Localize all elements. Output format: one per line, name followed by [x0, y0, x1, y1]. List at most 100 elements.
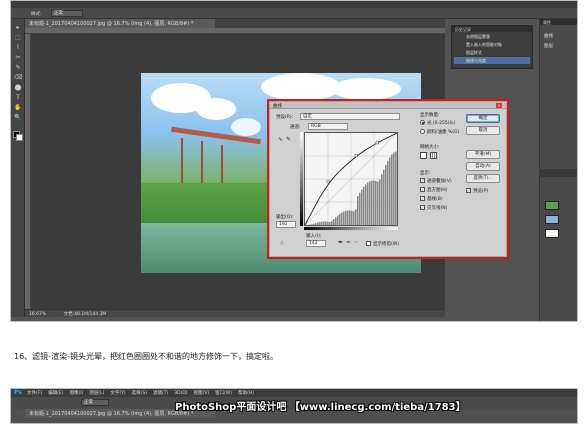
properties-item[interactable]: 曲线 [544, 33, 553, 39]
histogram-bar [377, 181, 379, 225]
menu-item[interactable]: 窗口(W) [215, 390, 232, 396]
background-color-swatch[interactable] [16, 134, 23, 141]
show-amount-label: 显示数量: [420, 113, 440, 118]
baseline-checkbox[interactable]: ✓ [420, 196, 425, 201]
histogram-bar [323, 221, 325, 225]
histogram-bar [347, 210, 349, 225]
histogram-bar [331, 220, 333, 225]
layer-thumbnail[interactable] [545, 201, 559, 210]
status-bar: 16.67% 文档:48.1M/144.3M [25, 309, 445, 317]
grid-detailed-icon[interactable] [430, 152, 437, 159]
channel-overlay-checkbox[interactable]: ✓ [420, 178, 425, 183]
options-mode-select-2[interactable]: 正常 [81, 399, 109, 406]
document-tab[interactable]: 未标题-1_20170404100027.jpg @ 16.7% (Img (4… [25, 19, 215, 28]
document-tabs: 未标题-1_20170404100027.jpg @ 16.7% (Img (4… [25, 19, 445, 28]
hand-adjust-icon[interactable]: ☝ [280, 240, 284, 247]
curve-point[interactable] [375, 141, 379, 145]
menu-bar-2: Ps 文件(F) 编辑(E) 图像(I) 图层(L) 文字(Y) 选择(S) 滤镜(T) 3D… [11, 389, 577, 397]
histogram-bar [371, 180, 373, 225]
history-item-selected[interactable]: 曲线与光度 [454, 57, 530, 64]
smooth-button[interactable]: 平滑(M) [466, 150, 500, 159]
tool-icon[interactable]: ⬚ [14, 35, 22, 41]
channel-select[interactable]: RGB [308, 123, 348, 130]
gray-eyedropper-icon[interactable]: ✒ [346, 239, 351, 246]
menu-item[interactable]: 滤镜(T) [153, 390, 168, 396]
tool-icon[interactable]: ⬤ [14, 85, 22, 91]
options-button[interactable]: 选项(T)... [466, 174, 500, 183]
pencil-icon[interactable]: ✎ [286, 136, 291, 143]
preset-select[interactable]: 自定 [300, 113, 400, 120]
curve-point-tool-icon[interactable]: ∿ [278, 136, 283, 143]
options-mode-select[interactable]: 正常 [51, 10, 83, 17]
doc-size-readout: 文档:48.1M/144.3M [63, 312, 107, 317]
menu-item[interactable]: 图像(I) [69, 390, 83, 396]
curves-dialog-title: 曲线 [270, 102, 506, 109]
ok-button[interactable]: 确定 [466, 114, 500, 123]
input-gradient [304, 227, 398, 230]
close-icon[interactable]: × [496, 103, 502, 108]
grid-size-label: 网格大小: [420, 145, 440, 150]
properties-item[interactable]: 图层 [544, 43, 553, 49]
menu-item[interactable]: 编辑(E) [48, 390, 63, 396]
tool-icon[interactable]: ✋ [14, 105, 22, 111]
tool-icon[interactable]: ⌫ [14, 75, 22, 81]
history-panel: 历史记录 去除图层蒙版 置入嵌入的智能对象 图层样式 曲线与光度 [451, 25, 533, 69]
histogram-bar [313, 223, 315, 225]
zoom-readout[interactable]: 16.67% [29, 312, 46, 317]
histogram-bar [335, 217, 337, 225]
histogram-bar [389, 157, 391, 225]
curves-graph[interactable] [304, 132, 398, 226]
tool-icon[interactable]: 🔍 [14, 115, 22, 121]
menu-item[interactable]: 文件(F) [27, 390, 42, 396]
menu-item[interactable]: 文字(Y) [110, 390, 125, 396]
menu-item[interactable]: 3D(D) [174, 391, 187, 396]
histogram-bar [351, 210, 353, 225]
tool-icon[interactable]: ⌇ [14, 45, 22, 51]
input-field[interactable]: 142 [306, 240, 326, 247]
white-eyedropper-icon[interactable]: ✒ [354, 239, 359, 246]
intersection-checkbox[interactable]: ✓ [420, 205, 425, 210]
curve-point[interactable] [326, 180, 330, 184]
preview-checkbox[interactable]: ✓ [466, 188, 471, 193]
histogram-bar [329, 221, 331, 225]
cloud [196, 98, 236, 120]
pigment-radio[interactable] [420, 129, 425, 134]
cancel-button[interactable]: 取消 [466, 126, 500, 135]
auto-button[interactable]: 自动(A) [466, 162, 500, 171]
histogram-checkbox[interactable]: ✓ [420, 187, 425, 192]
menu-item[interactable]: 视图(V) [194, 390, 210, 396]
histogram-bar [361, 189, 363, 225]
show-clipping-checkbox[interactable] [366, 241, 371, 246]
tool-icon[interactable]: ✂ [14, 55, 22, 61]
light-option-label: 光 (0-255)(L) [427, 121, 456, 126]
output-field[interactable]: 192 [276, 221, 296, 228]
menu-item[interactable]: 帮助(H) [238, 390, 254, 396]
curve-point[interactable] [354, 154, 358, 158]
black-eyedropper-icon[interactable]: ✒ [338, 239, 343, 246]
history-item[interactable]: 置入嵌入的智能对象 [454, 41, 530, 48]
ps-logo-icon: Ps [14, 389, 22, 396]
tool-icon[interactable]: ✎ [14, 65, 22, 71]
tool-icon[interactable]: T [14, 95, 22, 101]
histogram-bar [321, 221, 323, 225]
grid-simple-icon[interactable] [420, 152, 427, 159]
show-clipping-label: 显示修剪(W) [373, 242, 399, 247]
layer-thumbnail[interactable] [545, 229, 559, 238]
photoshop-screenshot-1: 样式: 正常 ▸ ⬚ ⌇ ✂ ✎ ⌫ ⬤ T ✋ 🔍 未标题-1_20170404100027.j… [10, 0, 578, 322]
histogram-bar [387, 160, 389, 225]
options-bar: 样式: 正常 [11, 8, 577, 19]
histogram-bar [319, 222, 321, 225]
menu-item[interactable]: 选择(S) [132, 390, 147, 396]
input-label: 输入(I): [306, 234, 322, 239]
menu-item[interactable]: 图层(L) [89, 390, 104, 396]
cloud [261, 73, 341, 101]
history-item[interactable]: 去除图层蒙版 [454, 33, 530, 40]
histogram-bar [357, 195, 359, 225]
menu-bar [11, 1, 577, 8]
history-item[interactable]: 图层样式 [454, 49, 530, 56]
tool-icon[interactable]: ▸ [14, 25, 22, 31]
light-radio[interactable] [420, 120, 425, 125]
histogram-bar [341, 212, 343, 225]
channel-overlay-label: 通道叠加(V) [427, 179, 452, 184]
layer-thumbnail[interactable] [545, 215, 559, 224]
